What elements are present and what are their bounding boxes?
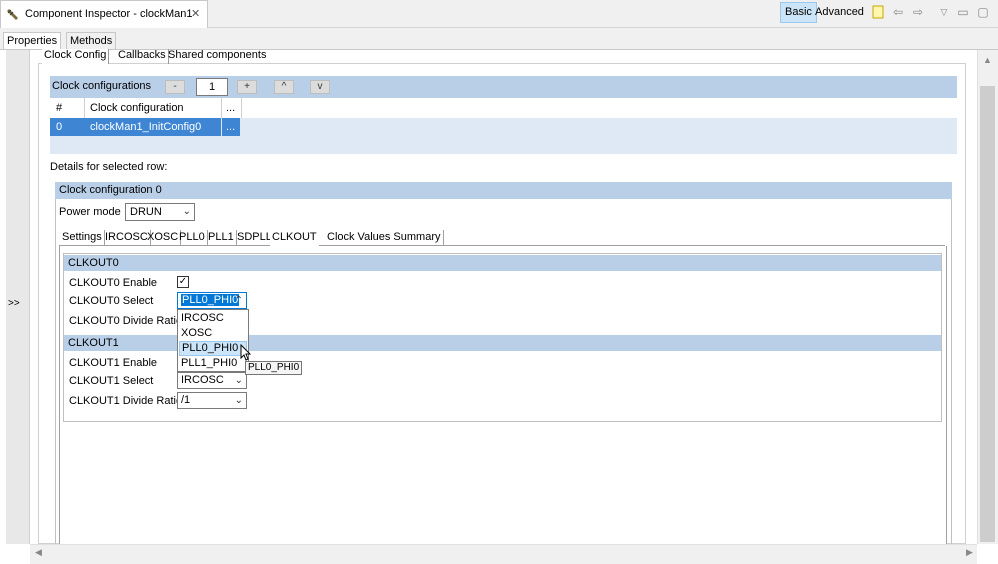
clock-configuration-0-header: Clock configuration 0 [55,182,952,199]
clkout1-divide-select[interactable]: /1 ⌄ [177,392,247,409]
clkout0-enable-label: CLKOUT0 Enable [69,277,158,289]
column-header-index: # [50,98,85,118]
tab-clkout[interactable]: CLKOUT [270,230,319,247]
minimize-icon[interactable]: ▭ [955,4,971,20]
clkout1-divide-value: /1 [181,394,191,406]
view-title: Component Inspector - clockMan1 [25,8,193,20]
details-label: Details for selected row: [50,161,168,173]
chevron-down-icon: ⌄ [234,395,243,406]
move-up-button[interactable]: ^ [274,80,294,94]
tooltip: PLL0_PHI0 [245,361,303,375]
clkout1-select[interactable]: IRCOSC ⌄ [177,372,247,389]
dropdown-option-xosc[interactable]: XOSC [179,326,247,341]
scroll-up-icon[interactable]: ▲ [983,55,992,65]
tab-callbacks[interactable]: Callbacks [116,49,169,64]
column-header-more: ... [222,98,242,118]
clkout0-enable-checkbox[interactable]: ✓ [177,276,189,288]
chevron-down-icon: ⌄ [182,206,191,217]
view-tab-component-inspector[interactable]: Component Inspector - clockMan1 ✕ [0,0,208,28]
table-row-empty [50,136,957,154]
clkout0-select-dropdown: IRCOSC XOSC PLL0_PHI0 PLL1_PHI0 [177,309,249,372]
close-icon[interactable]: ✕ [191,7,200,20]
move-down-button[interactable]: v [310,80,330,94]
clkout1-enable-label: CLKOUT1 Enable [69,357,158,369]
view-menu-icon[interactable]: ▽ [936,4,952,20]
tab-clock-config[interactable]: Clock Config [42,49,110,64]
dropdown-option-ircosc[interactable]: IRCOSC [179,311,247,326]
power-mode-value: DRUN [130,206,162,218]
tab-shared-components[interactable]: Shared components [166,49,268,64]
clkout0-divide-label: CLKOUT0 Divide Ratio [69,315,183,327]
clock-configuration-0-title: Clock configuration 0 [59,184,162,196]
expand-panel-button[interactable]: >> [8,298,20,309]
remove-config-button[interactable]: - [165,80,185,94]
row-config-name: clockMan1_InitConfig0 [90,121,202,133]
tab-pll1[interactable]: PLL1 [206,230,237,246]
power-mode-select[interactable]: DRUN ⌄ [125,203,195,221]
tab-clock-values-summary[interactable]: Clock Values Summary [325,230,444,246]
collapsed-side-panel[interactable] [6,50,30,544]
chevron-up-icon: ⌃ [234,295,243,306]
advanced-button[interactable]: Advanced [810,2,869,23]
tab-ircosc[interactable]: IRCOSC [103,230,151,246]
clkout0-select-label: CLKOUT0 Select [69,295,154,307]
mouse-cursor-icon [240,344,252,361]
chevron-down-icon: ⌄ [234,375,243,386]
tab-settings[interactable]: Settings [60,230,105,246]
dropdown-option-pll0-phi0[interactable]: PLL0_PHI0 [179,341,247,356]
tab-sdpll[interactable]: SDPLL [235,230,275,246]
row-more-button[interactable]: ... [222,118,235,136]
clkout0-header: CLKOUT0 [64,255,941,271]
row-index: 0 [56,121,63,133]
forward-arrow-icon[interactable]: ⇨ [910,4,926,20]
scroll-right-icon[interactable]: ▶ [966,547,973,558]
wrench-icon [7,9,18,20]
vertical-scroll-thumb[interactable] [980,86,995,542]
view-subtabs [0,28,998,50]
horizontal-scrollbar[interactable] [30,544,977,564]
scroll-left-icon[interactable]: ◀ [35,547,42,558]
clkout1-select-label: CLKOUT1 Select [69,375,154,387]
clock-configurations-header: Clock configurations [50,76,957,98]
add-config-button[interactable]: + [237,80,257,94]
maximize-icon[interactable]: ▢ [975,4,991,20]
clock-configurations-label: Clock configurations [52,80,152,92]
dropdown-option-pll1-phi0[interactable]: PLL1_PHI0 [179,356,247,371]
tab-properties[interactable]: Properties [3,32,62,50]
column-header-clock-configuration: Clock configuration [84,98,222,118]
clkout0-select[interactable]: PLL0_PHI0 ⌃ [177,292,247,309]
clkout0-select-value: PLL0_PHI0 [181,294,240,306]
new-note-icon[interactable] [870,4,886,20]
clkout1-select-value: IRCOSC [181,374,224,386]
tab-pll0[interactable]: PLL0 [177,230,208,246]
power-mode-label: Power mode [59,206,121,218]
config-count-field[interactable]: 1 [196,78,228,96]
tab-xosc[interactable]: XOSC [145,230,182,246]
tab-methods[interactable]: Methods [66,32,117,50]
back-arrow-icon[interactable]: ⇦ [890,4,906,20]
clkout1-divide-label: CLKOUT1 Divide Ratio [69,395,183,407]
